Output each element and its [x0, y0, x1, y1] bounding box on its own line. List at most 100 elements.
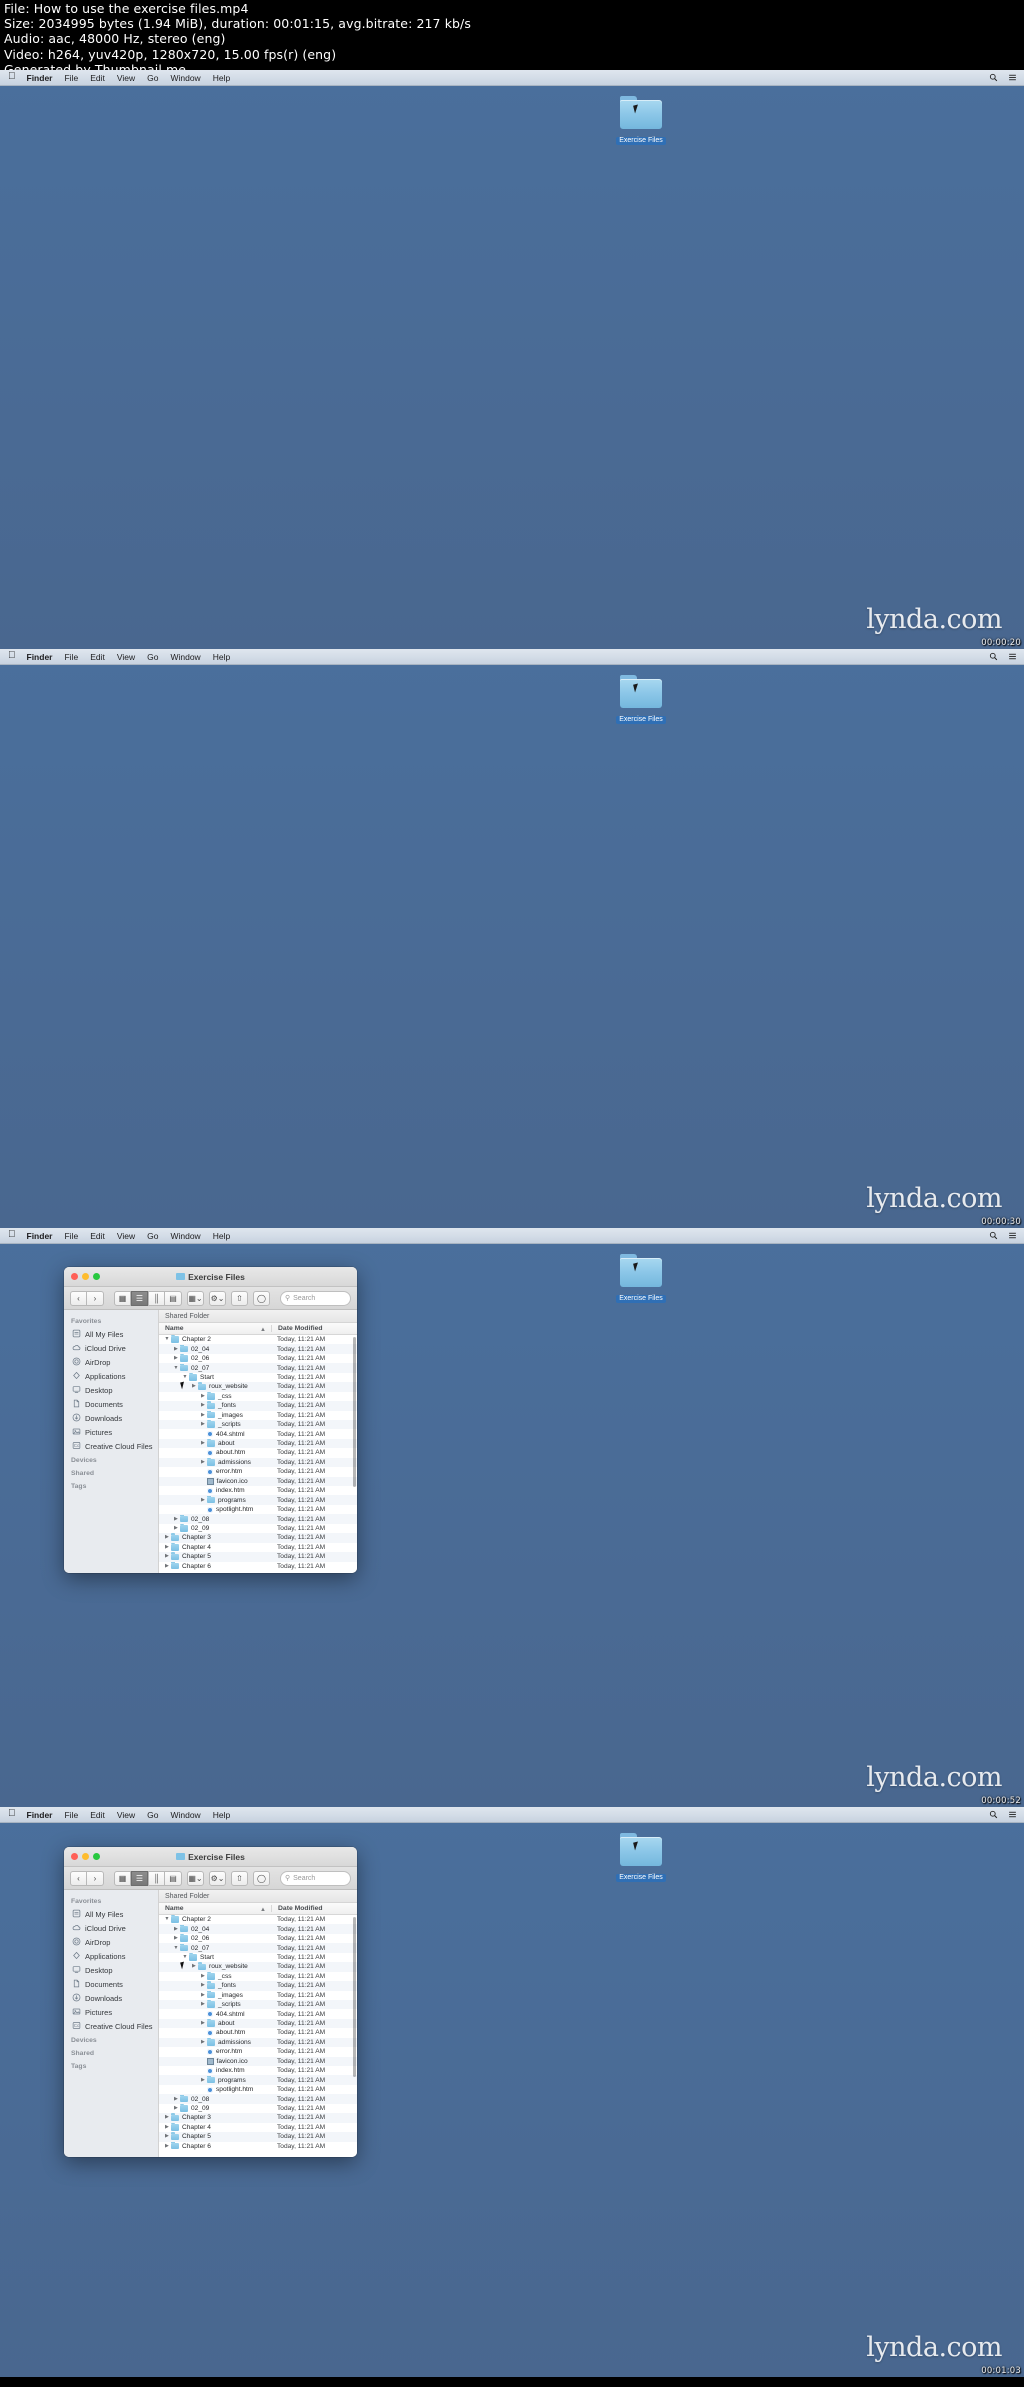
- apple-menu-icon[interactable]: : [8, 1809, 16, 1819]
- sidebar-item-pictures[interactable]: Pictures: [64, 1425, 158, 1439]
- file-name-cell[interactable]: error.htm: [159, 1468, 271, 1475]
- file-name-cell[interactable]: ▶ _scripts: [159, 1420, 271, 1429]
- apple-menu-icon[interactable]: : [8, 72, 16, 82]
- file-name-cell[interactable]: ▶ _css: [159, 1971, 271, 1981]
- macos-menu-bar[interactable]:  Finder File Edit View Go Window Help: [0, 1228, 1024, 1244]
- table-row[interactable]: ▶ about Today, 11:21 AM: [159, 2018, 357, 2029]
- menu-item-edit[interactable]: Edit: [90, 1810, 105, 1820]
- table-row[interactable]: ▶ _css Today, 11:21 AM: [159, 1971, 357, 1981]
- file-name-cell[interactable]: ▼ Chapter 2: [159, 1915, 271, 1924]
- menu-item-help[interactable]: Help: [213, 1810, 230, 1820]
- file-name-cell[interactable]: ▶ _images: [159, 1990, 271, 2000]
- action-gear-icon[interactable]: ⚙⌄: [209, 1290, 226, 1306]
- menu-item-window[interactable]: Window: [170, 652, 200, 662]
- menu-item-help[interactable]: Help: [213, 652, 230, 662]
- sidebar-item-creative-cloud-files[interactable]: Cc Creative Cloud Files: [64, 2019, 158, 2033]
- arrange-button[interactable]: ▦⌄: [187, 1290, 204, 1306]
- table-row[interactable]: ▶ Chapter 3 Today, 11:21 AM: [159, 1533, 357, 1543]
- file-name-cell[interactable]: ▼ Chapter 2: [159, 1335, 271, 1344]
- table-row[interactable]: ▶ 02_09 Today, 11:21 AM: [159, 1523, 357, 1533]
- file-name-cell[interactable]: ▶ _scripts: [159, 2000, 271, 2009]
- disclosure-triangle-icon[interactable]: ▼: [172, 1944, 180, 1953]
- sidebar-item-pictures[interactable]: Pictures: [64, 2005, 158, 2019]
- list-icon[interactable]: [1008, 73, 1017, 82]
- desktop-icon-exercise-files[interactable]: Exercise Files: [609, 675, 673, 726]
- table-row[interactable]: ▼ 02_07 Today, 11:21 AM: [159, 1943, 357, 1953]
- list-icon[interactable]: [1008, 1231, 1017, 1240]
- file-name-cell[interactable]: spotlight.htm: [159, 2086, 271, 2093]
- menu-item-file[interactable]: File: [64, 1231, 78, 1241]
- menu-item-window[interactable]: Window: [170, 1231, 200, 1241]
- tag-button[interactable]: ◯: [253, 1870, 270, 1886]
- desktop-icon-exercise-files[interactable]: Exercise Files: [609, 96, 673, 147]
- file-name-cell[interactable]: ▶ Chapter 3: [159, 2113, 271, 2122]
- file-name-cell[interactable]: ▶ admissions: [159, 1457, 271, 1467]
- sidebar-item-applications[interactable]: Applications: [64, 1949, 158, 1963]
- sidebar-item-downloads[interactable]: Downloads: [64, 1991, 158, 2005]
- coverflow-view-button[interactable]: ▤: [165, 1290, 182, 1306]
- disclosure-triangle-icon[interactable]: ▶: [172, 2104, 180, 2113]
- column-view-button[interactable]: ║: [148, 1870, 165, 1886]
- finder-toolbar[interactable]: ‹ › ▦ ☰ ║ ▤ ▦⌄ ⚙⌄ ⇧ ◯ ⚲ Search: [64, 1867, 357, 1890]
- menu-item-file[interactable]: File: [64, 652, 78, 662]
- search-icon[interactable]: [989, 652, 998, 661]
- column-header-date-modified[interactable]: Date Modified: [271, 1325, 357, 1332]
- disclosure-triangle-icon[interactable]: ▶: [163, 1543, 171, 1552]
- table-row[interactable]: ▶ 02_09 Today, 11:21 AM: [159, 2103, 357, 2113]
- apple-menu-icon[interactable]: : [8, 651, 16, 661]
- table-row[interactable]: ▶ Chapter 4 Today, 11:21 AM: [159, 1542, 357, 1552]
- menu-item-file[interactable]: File: [64, 73, 78, 83]
- file-name-cell[interactable]: ▶ Chapter 5: [159, 1552, 271, 1561]
- action-gear-icon[interactable]: ⚙⌄: [209, 1870, 226, 1886]
- column-header-name[interactable]: Name ▲: [159, 1905, 271, 1913]
- macos-menu-bar[interactable]:  Finder File Edit View Go Window Help: [0, 1807, 1024, 1823]
- desktop-icon-exercise-files[interactable]: Exercise Files: [609, 1254, 673, 1305]
- column-header-name[interactable]: Name ▲: [159, 1325, 271, 1333]
- sidebar-item-airdrop[interactable]: AirDrop: [64, 1355, 158, 1369]
- file-name-cell[interactable]: ▶ Chapter 4: [159, 1542, 271, 1552]
- table-row[interactable]: ▶ admissions Today, 11:21 AM: [159, 1457, 357, 1468]
- disclosure-triangle-icon[interactable]: ▼: [181, 1953, 189, 1962]
- table-row[interactable]: ▶ 02_08 Today, 11:21 AM: [159, 1514, 357, 1524]
- table-row[interactable]: ▶ _fonts Today, 11:21 AM: [159, 1981, 357, 1991]
- file-name-cell[interactable]: ▶ 02_06: [159, 1934, 271, 1943]
- tag-button[interactable]: ◯: [253, 1290, 270, 1306]
- disclosure-triangle-icon[interactable]: ▶: [172, 1925, 180, 1934]
- menu-item-window[interactable]: Window: [170, 73, 200, 83]
- disclosure-triangle-icon[interactable]: ▶: [163, 2123, 171, 2132]
- sidebar-item-airdrop[interactable]: AirDrop: [64, 1935, 158, 1949]
- disclosure-triangle-icon[interactable]: ▶: [190, 1962, 198, 1971]
- disclosure-triangle-icon[interactable]: ▶: [199, 1420, 207, 1429]
- disclosure-triangle-icon[interactable]: ▶: [199, 1496, 207, 1505]
- finder-sidebar[interactable]: Favorites All My Files iCloud Drive AirDrop…: [64, 1310, 159, 1573]
- search-icon[interactable]: [989, 1231, 998, 1240]
- file-name-cell[interactable]: about.htm: [159, 1449, 271, 1456]
- table-row[interactable]: ▼ 02_07 Today, 11:21 AM: [159, 1363, 357, 1373]
- table-row[interactable]: ▶ Chapter 6 Today, 11:21 AM: [159, 1561, 357, 1571]
- disclosure-triangle-icon[interactable]: ▶: [199, 1411, 207, 1420]
- menu-item-finder[interactable]: Finder: [27, 1810, 53, 1820]
- file-name-cell[interactable]: spotlight.htm: [159, 1506, 271, 1513]
- table-row[interactable]: ▼ Start Today, 11:21 AM: [159, 1372, 357, 1382]
- file-name-cell[interactable]: ▶ roux_website: [159, 1962, 271, 1971]
- disclosure-triangle-icon[interactable]: ▶: [163, 2132, 171, 2141]
- disclosure-triangle-icon[interactable]: ▶: [163, 1552, 171, 1561]
- file-name-cell[interactable]: ▶ Chapter 5: [159, 2132, 271, 2141]
- nav-buttons[interactable]: ‹ ›: [70, 1870, 104, 1886]
- file-name-cell[interactable]: ▶ about: [159, 2019, 271, 2028]
- file-name-cell[interactable]: ▶ 02_04: [159, 1924, 271, 1934]
- sidebar-item-downloads[interactable]: Downloads: [64, 1411, 158, 1425]
- file-name-cell[interactable]: error.htm: [159, 2048, 271, 2055]
- menu-item-view[interactable]: View: [117, 1810, 135, 1820]
- disclosure-triangle-icon[interactable]: ▶: [199, 1401, 207, 1410]
- disclosure-triangle-icon[interactable]: ▶: [163, 1533, 171, 1542]
- table-row[interactable]: about.htm Today, 11:21 AM: [159, 2028, 357, 2037]
- icon-view-button[interactable]: ▦: [114, 1290, 131, 1306]
- menu-item-edit[interactable]: Edit: [90, 73, 105, 83]
- search-input[interactable]: ⚲ Search: [280, 1290, 351, 1306]
- table-row[interactable]: ▶ 02_04 Today, 11:21 AM: [159, 1344, 357, 1354]
- vertical-scrollbar[interactable]: [353, 1917, 356, 2077]
- file-name-cell[interactable]: ▶ 02_08: [159, 1514, 271, 1524]
- share-button[interactable]: ⇧: [231, 1290, 248, 1306]
- table-row[interactable]: ▶ programs Today, 11:21 AM: [159, 1495, 357, 1505]
